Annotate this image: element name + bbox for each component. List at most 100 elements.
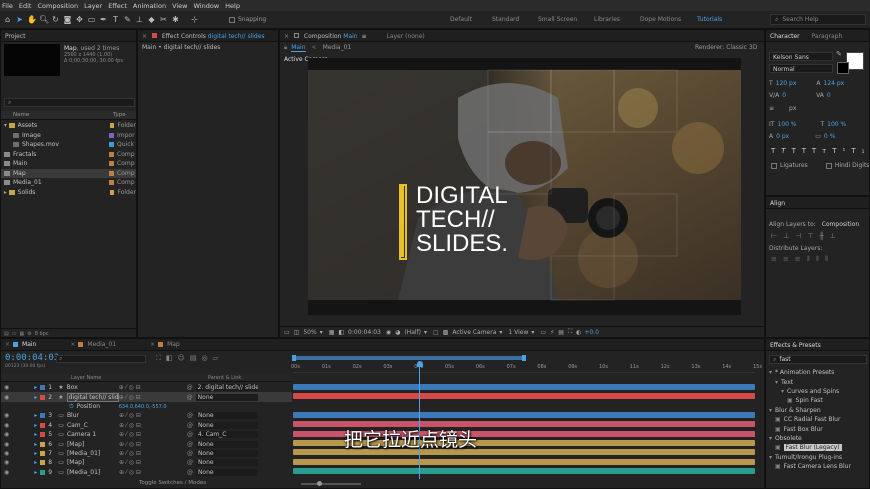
layer-disclosure-icon[interactable]: ▸ bbox=[34, 459, 37, 466]
roto-tool-icon[interactable]: ✂ bbox=[159, 15, 168, 24]
interpret-footage-icon[interactable]: ▤ bbox=[4, 331, 9, 337]
pickwhip-icon[interactable]: @ bbox=[187, 459, 193, 466]
pickwhip-icon[interactable]: @ bbox=[187, 394, 193, 401]
workspace-tutorials[interactable]: Tutorials bbox=[697, 16, 722, 23]
transparency-icon[interactable]: ▩ bbox=[443, 329, 449, 336]
visibility-icon[interactable]: ◉ bbox=[4, 450, 9, 457]
timeline-search-input[interactable]: ⌕ bbox=[56, 355, 146, 363]
layer-parent-select[interactable]: None bbox=[195, 440, 258, 448]
kerning-value[interactable]: 0 bbox=[782, 92, 786, 99]
effects-search-input[interactable]: ⌕ fast bbox=[769, 355, 867, 364]
layer-row[interactable]: ◉ ▸ 2 ★digital tech// slides⊕ ⁄ ◎ ⊟@None bbox=[1, 392, 292, 402]
layer-switches[interactable]: ⊕ ⁄ ◎ ⊟ bbox=[119, 384, 187, 391]
layer-disclosure-icon[interactable]: ▸ bbox=[34, 469, 37, 476]
vertical-scale-value[interactable]: 100 % bbox=[777, 121, 796, 128]
tab-character[interactable]: Character bbox=[770, 33, 800, 40]
workspace-dope-motions[interactable]: Dope Motions bbox=[640, 16, 681, 23]
subtab-media01[interactable]: Media_01 bbox=[323, 44, 352, 51]
project-item[interactable]: Media_01 Comp bbox=[1, 178, 136, 188]
label-color-swatch[interactable] bbox=[109, 123, 115, 129]
puppet-tool-icon[interactable]: ✱ bbox=[171, 15, 180, 24]
label-color-swatch[interactable] bbox=[109, 180, 114, 186]
layer-duration-bar[interactable] bbox=[293, 392, 755, 399]
align-bottom-icon[interactable]: ⊥ bbox=[830, 232, 842, 240]
column-layer-name[interactable]: Layer Name bbox=[71, 375, 101, 381]
workspace-standard[interactable]: Standard bbox=[492, 16, 519, 23]
font-size-value[interactable]: 120 px bbox=[776, 80, 797, 87]
layer-row[interactable]: ◉ ▸ 6 ▭ [Map] ⊕ ⁄ ◎ ⊟ @ None bbox=[1, 439, 292, 449]
align-to-select[interactable]: Composition bbox=[822, 221, 859, 228]
close-icon[interactable]: × bbox=[5, 341, 10, 348]
menu-item-window[interactable]: Window bbox=[194, 2, 220, 10]
column-type[interactable]: Type bbox=[113, 112, 126, 118]
composition-menu-icon[interactable]: ≡ bbox=[362, 33, 367, 40]
layer-row[interactable]: ◉ ▸ 5 ▭ Camera 1 ⊕ ⁄ ◎ ⊟ @4. Cam_C bbox=[1, 430, 292, 440]
lock-icon[interactable] bbox=[151, 33, 157, 38]
label-color-swatch[interactable] bbox=[109, 132, 114, 138]
layer-label-color[interactable] bbox=[40, 422, 46, 428]
view-layout-select[interactable]: 1 View bbox=[508, 329, 528, 336]
renderer-info[interactable]: Renderer: Classic 3D bbox=[695, 44, 757, 51]
label-color-swatch[interactable] bbox=[109, 142, 114, 148]
region-icon[interactable]: ◫ bbox=[294, 329, 300, 336]
layer-label-color[interactable] bbox=[40, 385, 46, 391]
snapping-checkbox[interactable] bbox=[229, 16, 235, 23]
label-color-swatch[interactable] bbox=[109, 151, 114, 157]
layer-parent-select[interactable]: 4. Cam_C bbox=[195, 431, 258, 439]
brush-tool-icon[interactable]: ✎ bbox=[123, 15, 132, 24]
effects-tree-item[interactable]: ▣ CC Radial Fast Blur bbox=[775, 415, 840, 425]
menu-item-composition[interactable]: Composition bbox=[37, 2, 78, 10]
ligatures-checkbox[interactable] bbox=[771, 162, 777, 169]
layer-switches[interactable]: ⊕ ⁄ ◎ ⊟ bbox=[119, 469, 187, 476]
camera-select[interactable]: Active Camera bbox=[452, 329, 496, 336]
layer-parent-select[interactable]: 2. digital tech// slides bbox=[195, 384, 258, 392]
layer-duration-bar[interactable] bbox=[293, 411, 755, 418]
exposure-value[interactable]: +0.0 bbox=[584, 329, 599, 336]
project-item[interactable]: Shapes.mov Quick bbox=[1, 140, 136, 150]
layer-name[interactable]: [Media_01] bbox=[67, 469, 119, 476]
tsume-value[interactable]: 0 % bbox=[824, 133, 835, 140]
stroke-color-swatch[interactable] bbox=[837, 62, 849, 74]
new-comp-icon[interactable]: ▦ bbox=[19, 331, 24, 337]
axis-icon[interactable]: ⊹ bbox=[190, 15, 199, 24]
font-style-select[interactable]: Normal bbox=[769, 64, 833, 73]
timecode-display[interactable]: 0:00:04:03 bbox=[348, 329, 381, 336]
subscript-button[interactable]: T₁ bbox=[851, 147, 870, 155]
pan-behind-tool-icon[interactable]: ✥ bbox=[75, 15, 84, 24]
font-family-select[interactable]: Kelson Sans bbox=[769, 52, 833, 61]
layer-duration-bar[interactable] bbox=[293, 458, 755, 465]
workspace-small-screen[interactable]: Small Screen bbox=[538, 16, 577, 23]
align-top-icon[interactable]: ⊤ bbox=[807, 232, 819, 240]
layer-disclosure-icon[interactable]: ▸ bbox=[34, 450, 37, 457]
work-area-bar[interactable] bbox=[293, 356, 525, 360]
timeline-tab-map[interactable]: × Map bbox=[150, 341, 180, 348]
distribute-hcenter-icon[interactable]: ⦀ bbox=[816, 255, 825, 263]
menu-item-file[interactable]: File bbox=[2, 2, 13, 10]
layer-name[interactable]: Blur bbox=[67, 412, 119, 419]
playhead-handle[interactable] bbox=[416, 361, 423, 367]
align-right-icon[interactable]: ⊣ bbox=[795, 232, 807, 240]
layer-parent-select[interactable]: None bbox=[195, 421, 258, 429]
time-ruler[interactable]: 00s01s02s03s04s05s06s07s08s09s10s11s12s1… bbox=[291, 364, 762, 373]
distribute-left-icon[interactable]: ⦀ bbox=[807, 255, 816, 263]
project-item[interactable]: Image Impor bbox=[1, 131, 136, 141]
zoom-tool-icon[interactable]: 🔍︎ bbox=[39, 15, 49, 24]
layer-label-color[interactable] bbox=[40, 460, 46, 466]
disclosure-icon[interactable]: ▾ bbox=[4, 122, 7, 129]
small-caps-button[interactable]: Tт bbox=[812, 147, 832, 155]
pen-tool-icon[interactable]: ✒ bbox=[99, 15, 108, 24]
lock-icon[interactable] bbox=[293, 33, 299, 38]
property-value[interactable]: 634.0,640.0,-557.0 bbox=[119, 404, 167, 410]
layer-label-color[interactable] bbox=[40, 441, 46, 447]
menu-item-layer[interactable]: Layer bbox=[84, 2, 102, 10]
layer-parent-select[interactable]: None bbox=[195, 459, 258, 467]
layer-switches[interactable]: ⊕ ⁄ ◎ ⊟ bbox=[119, 394, 187, 401]
pickwhip-icon[interactable]: @ bbox=[187, 431, 193, 438]
layer-parent-select[interactable]: None bbox=[195, 412, 258, 420]
visibility-icon[interactable]: ◉ bbox=[4, 384, 9, 391]
layer-label-color[interactable] bbox=[40, 451, 46, 457]
home-icon[interactable]: ⌂ bbox=[3, 15, 12, 24]
graph-editor-icon[interactable]: ▱ bbox=[213, 354, 223, 362]
effects-tree-item[interactable]: ▣ Fast Box Blur bbox=[775, 424, 823, 434]
layer-switches[interactable]: ⊕ ⁄ ◎ ⊟ bbox=[119, 450, 187, 457]
